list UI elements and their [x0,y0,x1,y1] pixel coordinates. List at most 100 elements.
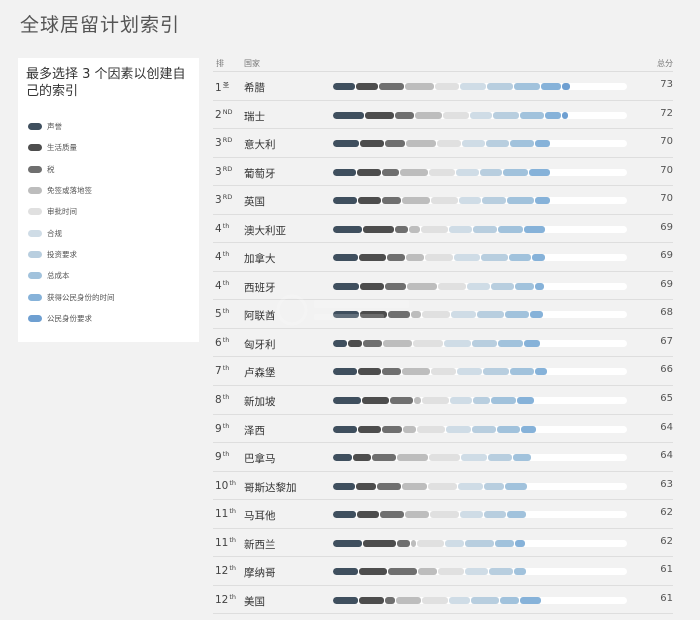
bar-segment [472,339,497,347]
country-name[interactable]: 新西兰 [244,537,276,552]
table-row[interactable]: 9th 巴拿马 64 [213,443,673,472]
rank-suffix: th [229,535,237,544]
bar-segment [535,140,550,148]
rank-number: 4 [215,222,222,235]
country-name[interactable]: 新加坡 [244,394,276,409]
factor-legend-panel: 最多选择 3 个因素以创建自己的索引 声誉 生活质量税免签或落地签 审批时间 合规 投资… [18,58,199,342]
table-row[interactable]: 3RD 葡萄牙 70 [213,158,673,187]
legend-item[interactable]: 总成本 [28,265,189,286]
bar-segment [382,197,401,205]
bar-segment [460,511,483,519]
country-name[interactable]: 卢森堡 [244,365,276,380]
bar-segment [425,254,453,262]
bar-segment [385,596,395,604]
bar-segment [482,197,506,205]
rank-suffix: th [229,564,237,573]
bar-segment [500,596,519,604]
bar-segment [437,140,461,148]
rank-cell: 4th [215,279,229,292]
table-row[interactable]: 8th 新加坡 65 [213,386,673,415]
table-row[interactable]: 1圣 希腊 73 [213,72,673,101]
legend-item[interactable]: 审批时间 [28,201,189,222]
table-row[interactable]: 9th 泽西 64 [213,415,673,444]
table-row[interactable]: 3RD 意大利 70 [213,129,673,158]
table-row[interactable]: 6th 匈牙利 67 [213,329,673,358]
country-name[interactable]: 匈牙利 [244,337,276,352]
legend-item[interactable]: 获得公民身份的时间 [28,286,189,307]
table-row[interactable]: 4th 加拿大 69 [213,243,673,272]
table-row[interactable]: 4th 西班牙 69 [213,272,673,301]
legend-item[interactable]: 合规 [28,222,189,243]
bar-segment [333,83,355,90]
legend-item[interactable]: 声誉 [28,116,189,137]
country-name[interactable]: 希腊 [244,80,265,95]
country-name[interactable]: 西班牙 [244,280,276,295]
country-name[interactable]: 哥斯达黎加 [244,480,297,495]
legend-heading: 最多选择 3 个因素以创建自己的索引 [26,67,186,99]
total-score: 72 [660,107,673,119]
table-row[interactable]: 11th 马耳他 62 [213,500,673,529]
bar-segment [535,368,547,376]
rank-suffix: 圣 [222,81,230,89]
table-row[interactable]: 12th 摩纳哥 61 [213,557,673,586]
rank-number: 9 [215,422,222,435]
table-row[interactable]: 12th 美国 61 [213,586,673,615]
bar-segment [514,83,540,90]
country-name[interactable]: 马耳他 [244,508,276,523]
country-name[interactable]: 阿联酋 [244,308,276,323]
country-name[interactable]: 美国 [244,594,265,609]
rank-suffix: RD [222,193,233,202]
country-name[interactable]: 泽西 [244,423,265,438]
bar-segment [422,596,448,604]
bar-segment [360,282,384,290]
bar-segment [405,511,429,519]
score-bar [333,140,627,148]
country-name[interactable]: 葡萄牙 [244,166,276,181]
bar-segment [333,511,356,519]
bar-segment [421,225,448,233]
legend-swatch [28,144,42,152]
bar-segment [484,482,504,490]
bar-segment [395,225,408,233]
bar-segment [360,311,387,319]
table-row[interactable]: 5th 阿联酋 68 [213,300,673,329]
rank-suffix: th [229,478,237,487]
table-row[interactable]: 10th 哥斯达黎加 63 [213,472,673,501]
bar-segment [535,282,544,290]
country-name[interactable]: 意大利 [244,137,276,152]
table-row[interactable]: 2ND 瑞士 72 [213,101,673,130]
table-row[interactable]: 11th 新西兰 62 [213,529,673,558]
header-rank[interactable]: 排 [216,58,224,69]
legend-item[interactable]: 投资要求 [28,244,189,265]
legend-item[interactable]: 税 [28,159,189,180]
bar-segment [515,539,525,547]
bar-segment [333,311,359,319]
total-score: 65 [660,393,673,405]
legend-item[interactable]: 公民身份要求 [28,308,189,329]
country-name[interactable]: 摩纳哥 [244,565,276,580]
rank-number: 7 [215,365,222,378]
country-name[interactable]: 加拿大 [244,251,276,266]
table-row[interactable]: 7th 卢森堡 66 [213,357,673,387]
header-country[interactable]: 国家 [244,58,260,69]
country-name[interactable]: 澳大利亚 [244,223,286,238]
bar-segment [388,311,410,319]
country-name[interactable]: 巴拿马 [244,451,276,466]
table-row[interactable]: 4th 澳大利亚 69 [213,215,673,244]
rank-number: 11 [215,536,229,549]
bar-segment [562,83,570,90]
country-name[interactable]: 瑞士 [244,109,265,124]
country-name[interactable]: 英国 [244,194,265,209]
bar-segment [480,168,502,176]
header-score[interactable]: 总分 [657,58,673,69]
rank-cell: 10th [215,479,236,492]
legend-swatch [28,250,42,258]
legend-item[interactable]: 免签或落地签 [28,180,189,201]
table-row[interactable]: 3RD 英国 70 [213,186,673,215]
legend-item[interactable]: 生活质量 [28,137,189,158]
bar-segment [489,568,513,576]
bar-segment [406,254,424,262]
bar-segment [465,539,494,547]
bar-segment [487,83,513,90]
bar-segment [495,539,514,547]
